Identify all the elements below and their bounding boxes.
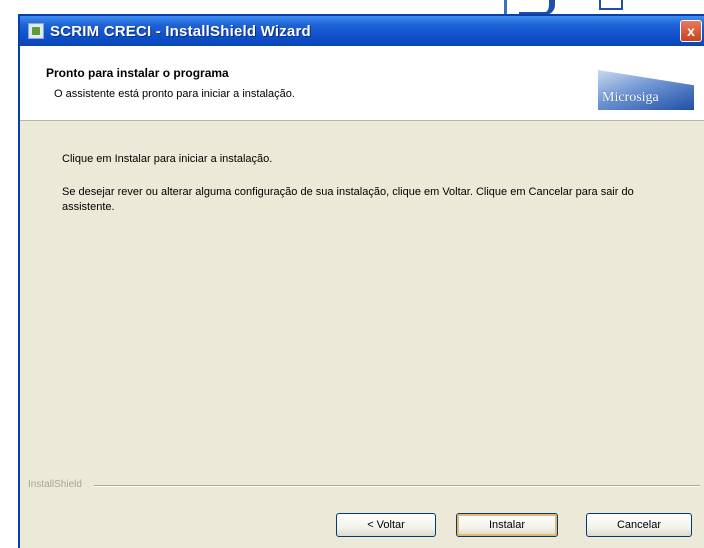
wizard-body: Clique em Instalar para iniciar a instal…: [20, 121, 704, 481]
cancel-button[interactable]: Cancelar: [586, 513, 692, 537]
title-bar[interactable]: SCRIM CRECI - InstallShield Wizard x: [20, 16, 704, 46]
installer-app-icon: [28, 23, 44, 39]
installshield-wizard-window: SCRIM CRECI - InstallShield Wizard x Pro…: [18, 14, 704, 548]
back-button[interactable]: < Voltar: [336, 513, 436, 537]
page-title: Pronto para instalar o programa: [46, 66, 229, 80]
logo-text: Microsiga: [602, 90, 659, 105]
installshield-brand-label: InstallShield: [28, 479, 82, 490]
footer-divider: [94, 485, 700, 487]
page-subtitle: O assistente está pronto para iniciar a …: [54, 88, 295, 100]
background-window-graphic: [519, 0, 555, 15]
wizard-header: Pronto para instalar o programa O assist…: [20, 46, 704, 121]
close-button[interactable]: x: [680, 20, 702, 42]
background-window-icon: [599, 0, 623, 10]
review-text: Se desejar rever ou alterar alguma confi…: [62, 186, 634, 213]
install-button[interactable]: Instalar: [456, 513, 558, 537]
window-title: SCRIM CRECI - InstallShield Wizard: [50, 22, 311, 40]
instruction-text: Clique em Instalar para iniciar a instal…: [62, 153, 273, 165]
desktop: SCRIM CRECI - InstallShield Wizard x Pro…: [0, 0, 704, 548]
microsiga-logo: Microsiga: [596, 66, 696, 114]
